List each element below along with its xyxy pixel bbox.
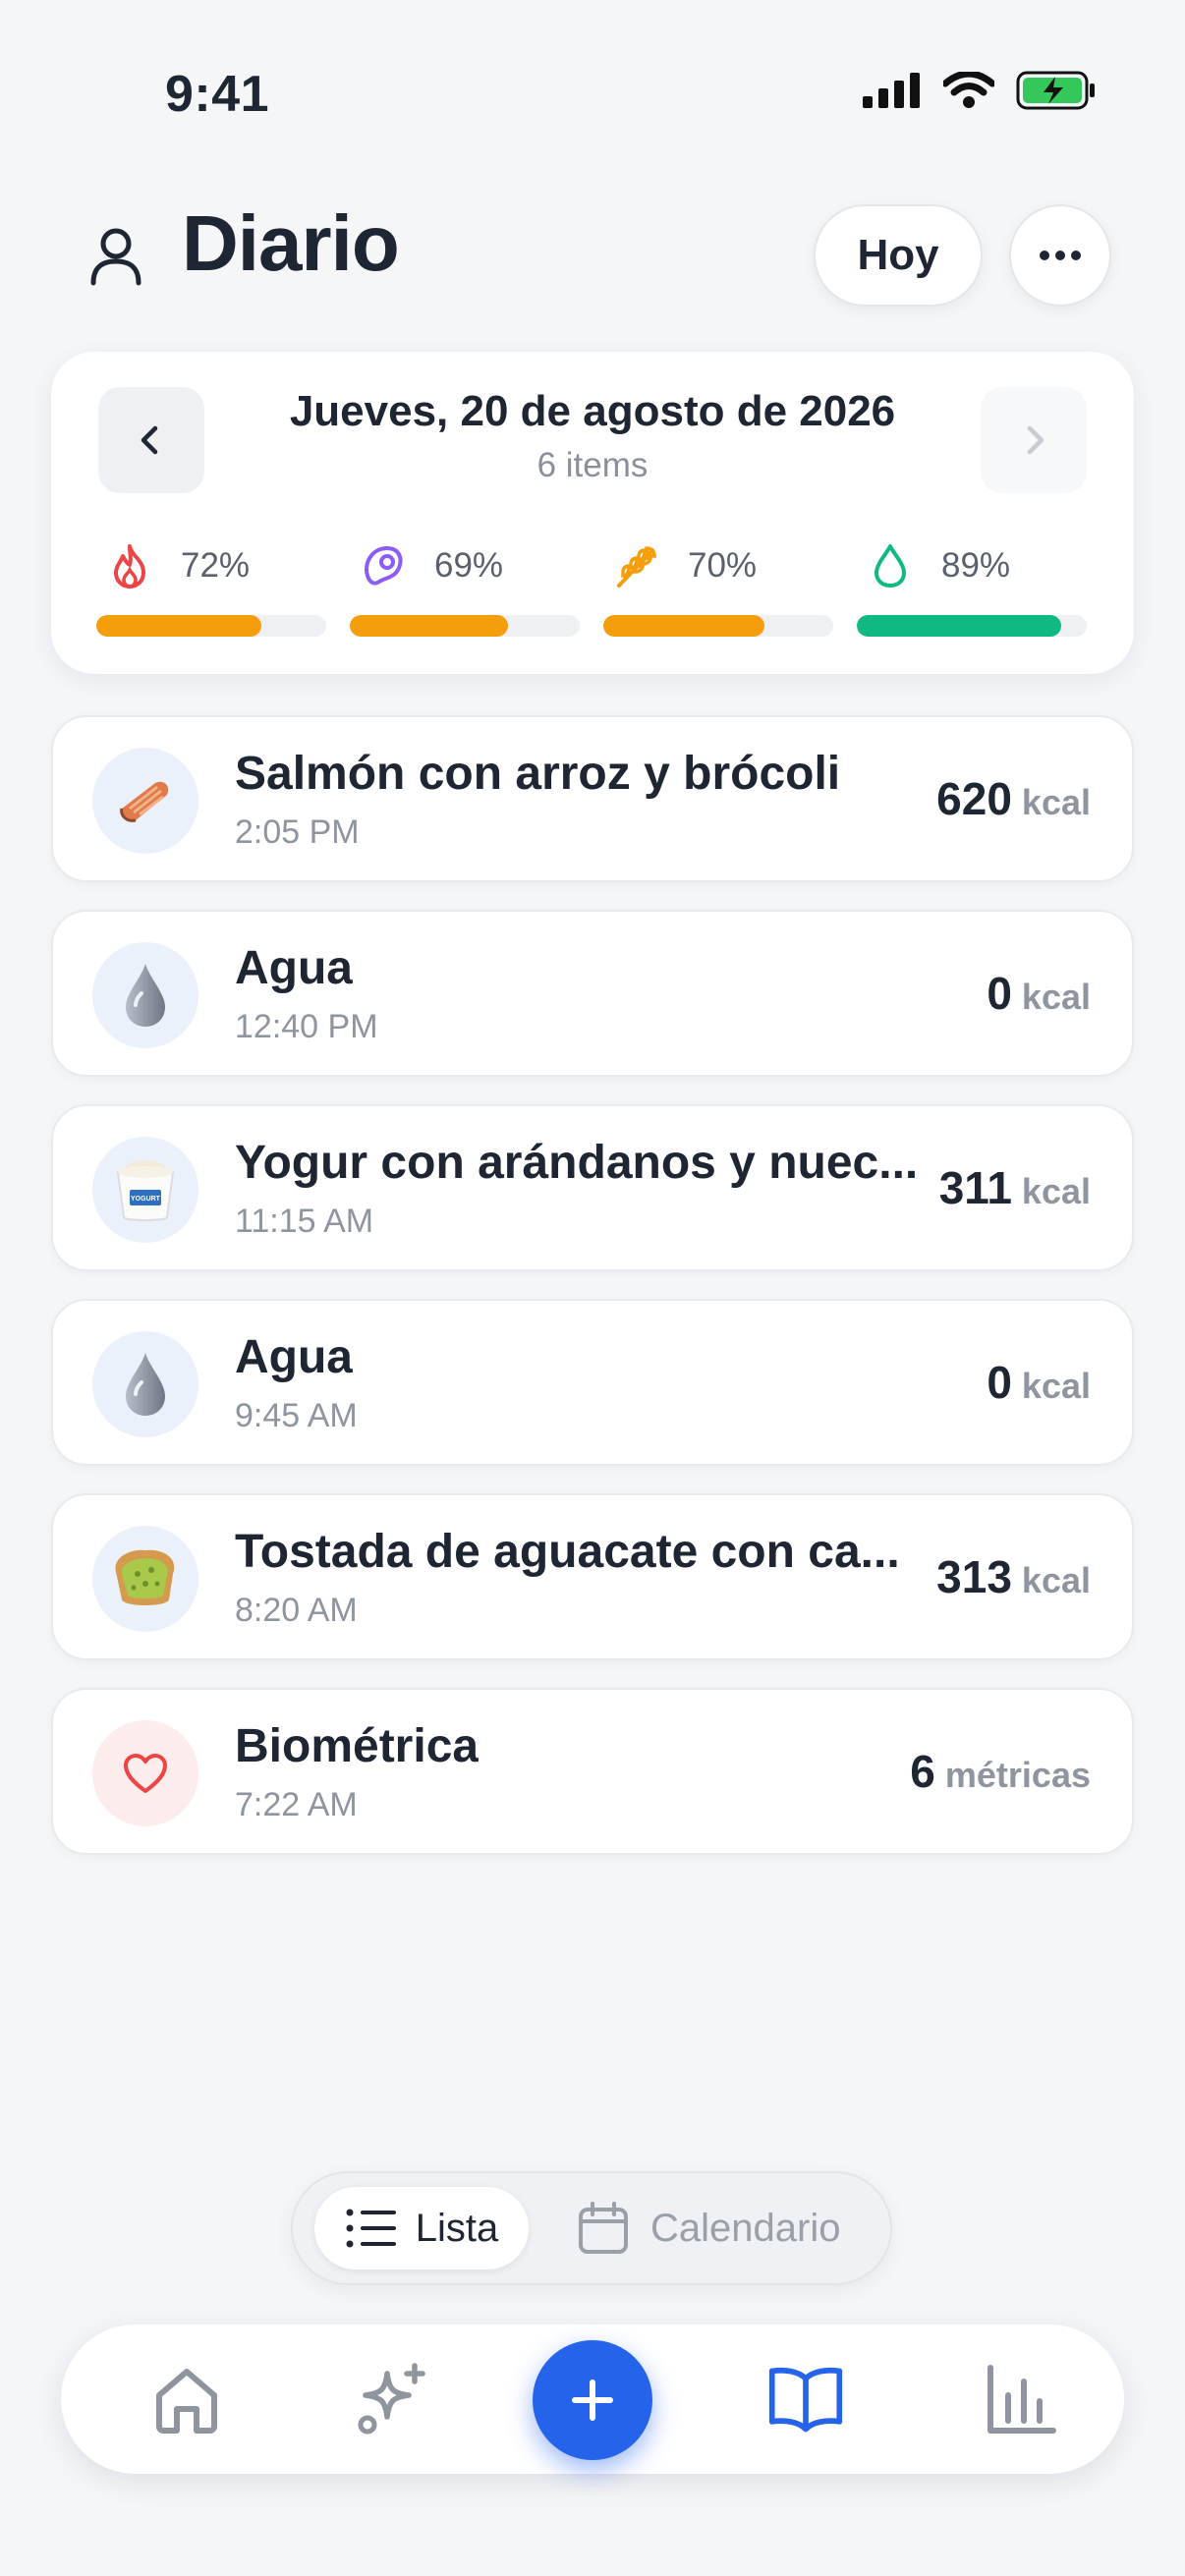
yogurt-label: YOGURT [131, 1196, 161, 1203]
calendar-view-tab[interactable]: Calendario [578, 2187, 840, 2269]
entry-unit: kcal [1021, 1560, 1091, 1600]
log-entry[interactable]: Salmón con arroz y brócoli 2:05 PM 620 k… [51, 715, 1134, 882]
current-date: Jueves, 20 de agosto de 2026 [289, 387, 896, 435]
log-entry[interactable]: Agua 12:40 PM 0 kcal [51, 910, 1134, 1077]
entry-time: 8:20 AM [235, 1592, 358, 1629]
calendar-view-label: Calendario [650, 2206, 841, 2250]
water-drop-icon [92, 1331, 198, 1437]
entry-amount: 0 [987, 968, 1012, 1019]
salmon-icon [92, 748, 198, 854]
macro-percent: 70% [688, 546, 758, 585]
macro-calories: 72% [96, 538, 326, 637]
list-view-label: Lista [415, 2206, 499, 2250]
entry-value: 311 kcal [939, 1161, 1091, 1214]
ellipsis-icon [1040, 251, 1081, 260]
wifi-icon [943, 72, 994, 108]
chevron-right-icon [1027, 425, 1044, 455]
next-day-button[interactable] [981, 387, 1087, 493]
entry-time: 12:40 PM [235, 1008, 378, 1045]
entry-amount: 0 [987, 1357, 1012, 1408]
entry-amount: 620 [936, 773, 1012, 824]
ai-tab[interactable] [354, 2360, 432, 2438]
entry-amount: 6 [910, 1746, 935, 1797]
entry-time: 2:05 PM [235, 813, 360, 851]
progress-fill [350, 615, 509, 637]
entry-name: Tostada de aguacate con ca... [235, 1526, 900, 1578]
yogurt-icon: YOGURT [92, 1137, 198, 1243]
progress-track [857, 615, 1087, 637]
flame-icon [102, 538, 157, 593]
entry-value: 620 kcal [936, 772, 1091, 825]
battery-charging-icon [1016, 71, 1095, 110]
macro-water: 89% [857, 538, 1087, 637]
entry-unit: kcal [1021, 977, 1091, 1017]
drop-icon [863, 538, 918, 593]
log-entry[interactable]: YOGURT Yogur con arándanos y nuec... 11:… [51, 1104, 1134, 1271]
entry-value: 0 kcal [987, 1356, 1091, 1409]
entry-value: 313 kcal [936, 1550, 1091, 1603]
item-count: 6 items [536, 446, 649, 484]
macro-carbs: 70% [603, 538, 833, 637]
chart-icon [988, 2365, 1056, 2434]
wheat-icon [609, 538, 664, 593]
progress-track [603, 615, 833, 637]
avocado-toast-icon [92, 1526, 198, 1632]
entry-unit: kcal [1021, 1171, 1091, 1211]
list-view-tab[interactable]: Lista [314, 2187, 529, 2269]
macro-percent: 72% [181, 546, 251, 585]
log-entry[interactable]: Biométrica 7:22 AM 6 métricas [51, 1688, 1134, 1855]
tab-bar [61, 2324, 1124, 2474]
entry-unit: kcal [1021, 782, 1091, 822]
macro-percent: 69% [434, 546, 504, 585]
entry-name: Yogur con arándanos y nuec... [235, 1137, 919, 1189]
status-time: 9:41 [165, 66, 270, 123]
entry-unit: kcal [1021, 1366, 1091, 1406]
home-icon [156, 2369, 217, 2434]
add-entry-button[interactable] [533, 2340, 652, 2460]
entry-name: Agua [235, 1331, 353, 1383]
home-tab[interactable] [147, 2360, 226, 2438]
view-toggle: Lista Calendario [291, 2171, 892, 2285]
macro-percent: 89% [941, 546, 1011, 585]
macro-protein: 69% [350, 538, 580, 637]
progress-track [96, 615, 326, 637]
calendar-icon [579, 2202, 628, 2254]
progress-track [350, 615, 580, 637]
progress-fill [857, 615, 1062, 637]
entry-name: Agua [235, 942, 353, 994]
header: Diario Hoy [0, 187, 1185, 334]
entry-time: 9:45 AM [235, 1397, 358, 1434]
day-summary-card: Jueves, 20 de agosto de 2026 6 items 72% [51, 352, 1134, 674]
list-icon [346, 2209, 396, 2248]
entry-value: 6 métricas [910, 1745, 1091, 1798]
diary-tab[interactable] [766, 2360, 845, 2438]
book-icon [768, 2367, 843, 2433]
entry-name: Salmón con arroz y brócoli [235, 748, 841, 800]
sparkle-icon [358, 2363, 425, 2435]
progress-fill [603, 615, 764, 637]
heart-icon [92, 1720, 198, 1826]
entry-time: 7:22 AM [235, 1786, 358, 1823]
entry-time: 11:15 AM [235, 1203, 374, 1240]
entry-name: Biométrica [235, 1720, 480, 1772]
profile-icon[interactable] [77, 216, 155, 295]
water-drop-icon [92, 942, 198, 1048]
entry-value: 0 kcal [987, 967, 1091, 1020]
log-entry[interactable]: Tostada de aguacate con ca... 8:20 AM 31… [51, 1493, 1134, 1660]
entry-amount: 311 [938, 1162, 1012, 1213]
today-button[interactable]: Hoy [814, 204, 983, 307]
progress-fill [96, 615, 262, 637]
signal-icon [863, 73, 920, 108]
log-entry[interactable]: Agua 9:45 AM 0 kcal [51, 1299, 1134, 1466]
plus-icon [572, 2380, 613, 2421]
steak-icon [356, 538, 411, 593]
page-title: Diario [182, 199, 400, 287]
status-bar: 9:41 [0, 0, 1185, 187]
entry-amount: 313 [936, 1551, 1012, 1602]
entry-unit: métricas [944, 1755, 1091, 1795]
more-options-button[interactable] [1009, 204, 1111, 307]
status-icons [863, 71, 1097, 110]
stats-tab[interactable] [981, 2360, 1059, 2438]
